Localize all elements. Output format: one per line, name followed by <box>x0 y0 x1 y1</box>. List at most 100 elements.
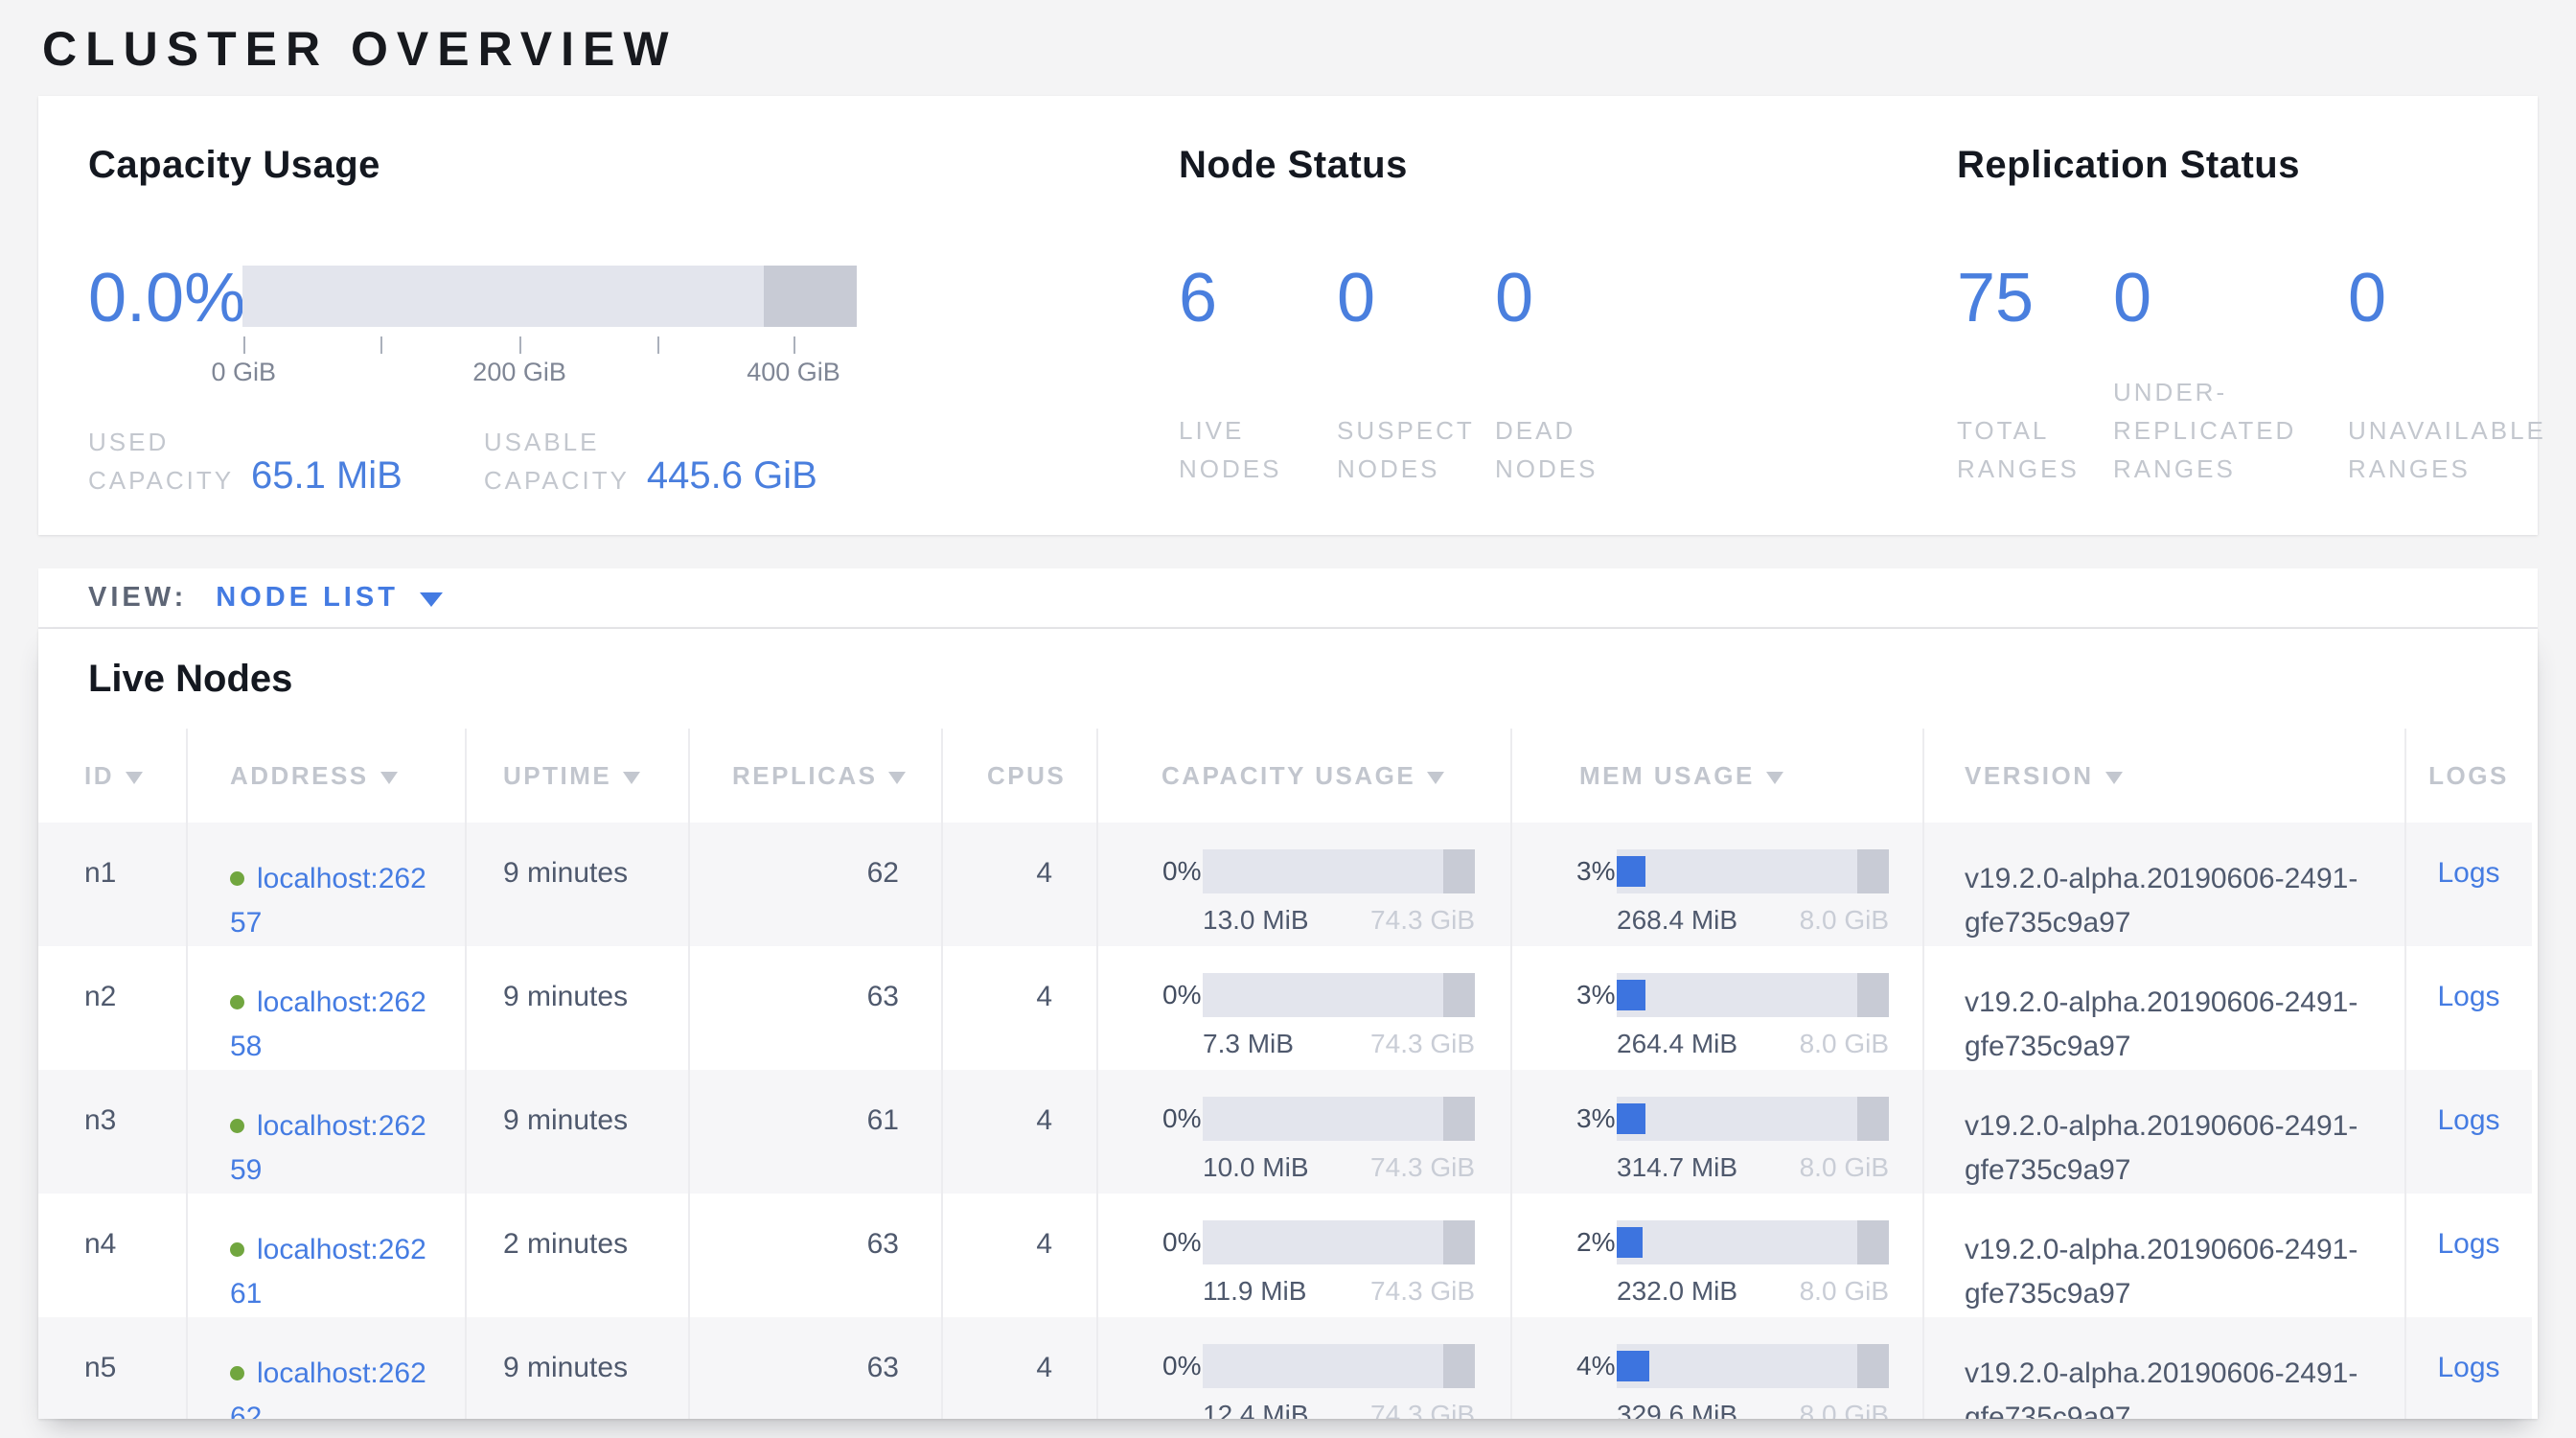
view-selector-bar: VIEW: NODE LIST <box>38 568 2538 629</box>
logs-link[interactable]: Logs <box>2437 1228 2499 1260</box>
unavailable-ranges-stat: 0 UNAVAILABLE RANGES <box>2348 248 2573 488</box>
unavailable-ranges-label: UNAVAILABLE RANGES <box>2348 411 2573 488</box>
dead-nodes-value: 0 <box>1495 248 1629 344</box>
capacity-usage-title: Capacity Usage <box>88 144 1104 187</box>
total-ranges-stat: 75 TOTAL RANGES <box>1957 248 2113 488</box>
view-dropdown[interactable]: NODE LIST <box>216 582 443 614</box>
capacity-bar <box>1203 1344 1475 1388</box>
suspect-nodes-label: SUSPECT NODES <box>1337 411 1471 488</box>
capacity-bar <box>1203 849 1475 893</box>
total-ranges-label: TOTAL RANGES <box>1957 411 2091 488</box>
node-version: v19.2.0-alpha.20190606-2491-gfe735c9a97 <box>1923 1317 2405 1419</box>
capacity-bar <box>1203 1220 1475 1264</box>
capacity-percent-label: 0% <box>1162 856 1203 887</box>
mem-percent-label: 3% <box>1576 980 1617 1010</box>
live-status-icon <box>230 871 244 886</box>
node-capacity-usage-cell: 0% 11.9 MiB 74.3 GiB <box>1097 1194 1511 1317</box>
axis-tick-label: 200 GiB <box>472 358 566 387</box>
replication-status-section: Replication Status 75 TOTAL RANGES 0 UND… <box>1957 144 2573 488</box>
node-address-link[interactable]: localhost:26257 <box>230 863 426 939</box>
used-capacity-value: 65.1 MiB <box>251 454 402 499</box>
capacity-bar-reserved-segment <box>764 266 857 327</box>
column-header-uptime[interactable]: UPTIME <box>466 729 689 823</box>
column-header-replicas[interactable]: REPLICAS <box>689 729 942 823</box>
total-ranges-value: 75 <box>1957 248 2113 344</box>
node-address-link[interactable]: localhost:26262 <box>230 1357 426 1419</box>
mem-total-value: 8.0 GiB <box>1800 1276 1889 1307</box>
table-header-row: ID ADDRESS UPTIME REPLICAS CPUS CAPACITY… <box>38 729 2532 823</box>
node-id: n2 <box>38 946 187 1070</box>
node-capacity-usage-cell: 0% 12.4 MiB74.3 GiB <box>1097 1317 1511 1419</box>
node-id: n5 <box>38 1317 187 1419</box>
live-status-icon <box>230 1366 244 1380</box>
live-nodes-stat: 6 LIVE NODES <box>1179 248 1337 488</box>
capacity-total-value: 74.3 GiB <box>1370 1029 1475 1059</box>
capacity-used-value: 11.9 MiB <box>1203 1276 1306 1307</box>
node-cpus: 4 <box>942 946 1097 1070</box>
cluster-summary-card: Capacity Usage 0.0% 0 GiB 200 GiB 400 Gi… <box>38 96 2538 535</box>
capacity-bar-track <box>242 266 857 327</box>
node-address-link[interactable]: localhost:26261 <box>230 1234 426 1310</box>
column-header-logs: LOGS <box>2405 729 2532 823</box>
node-id: n4 <box>38 1194 187 1317</box>
node-cpus: 4 <box>942 1070 1097 1194</box>
node-logs-cell: Logs <box>2405 1070 2532 1194</box>
logs-link[interactable]: Logs <box>2437 857 2499 889</box>
used-capacity-stat: USED CAPACITY 65.1 MiB <box>88 423 402 499</box>
page-title: CLUSTER OVERVIEW <box>42 21 678 77</box>
logs-link[interactable]: Logs <box>2437 1104 2499 1136</box>
node-replicas: 62 <box>689 823 942 946</box>
capacity-percent-label: 0% <box>1162 1351 1203 1381</box>
table-row: n3 localhost:26259 9 minutes 61 4 0% 10.… <box>38 1070 2532 1194</box>
node-mem-usage-cell: 4% 329.6 MiB8.0 GiB <box>1511 1317 1923 1419</box>
table-row: n2 localhost:26258 9 minutes 63 4 0% 7.3… <box>38 946 2532 1070</box>
column-header-capacity-usage[interactable]: CAPACITY USAGE <box>1097 729 1511 823</box>
usable-capacity-value: 445.6 GiB <box>647 454 817 499</box>
column-header-id[interactable]: ID <box>38 729 187 823</box>
column-header-address[interactable]: ADDRESS <box>187 729 466 823</box>
table-row: n5 localhost:26262 9 minutes 63 4 0% 12.… <box>38 1317 2532 1419</box>
node-mem-usage-cell: 2% 232.0 MiB 8.0 GiB <box>1511 1194 1923 1317</box>
node-cpus: 4 <box>942 1194 1097 1317</box>
view-label: VIEW: <box>88 582 187 614</box>
node-cpus: 4 <box>942 823 1097 946</box>
node-logs-cell: Logs <box>2405 1317 2532 1419</box>
unavailable-ranges-value: 0 <box>2348 248 2573 344</box>
view-dropdown-selected: NODE LIST <box>216 582 399 614</box>
mem-used-value: 232.0 MiB <box>1617 1276 1737 1307</box>
capacity-percent-label: 0% <box>1162 1227 1203 1258</box>
node-id: n3 <box>38 1070 187 1194</box>
node-address-cell: localhost:26257 <box>187 823 466 946</box>
node-version: v19.2.0-alpha.20190606-2491-gfe735c9a97 <box>1923 1194 2405 1317</box>
mem-percent-label: 2% <box>1576 1227 1617 1258</box>
column-header-version[interactable]: VERSION <box>1923 729 2405 823</box>
node-replicas: 63 <box>689 946 942 1070</box>
node-version: v19.2.0-alpha.20190606-2491-gfe735c9a97 <box>1923 946 2405 1070</box>
live-nodes-table: ID ADDRESS UPTIME REPLICAS CPUS CAPACITY… <box>38 729 2532 1419</box>
logs-link[interactable]: Logs <box>2437 1352 2499 1383</box>
logs-link[interactable]: Logs <box>2437 981 2499 1012</box>
capacity-total-value: 74.3 GiB <box>1370 1276 1475 1307</box>
node-capacity-usage-cell: 0% 13.0 MiB74.3 GiB <box>1097 823 1511 946</box>
column-header-mem-usage[interactable]: MEM USAGE <box>1511 729 1923 823</box>
live-nodes-title: Live Nodes <box>88 658 292 701</box>
usable-capacity-label: USABLE CAPACITY <box>484 423 635 499</box>
node-id: n1 <box>38 823 187 946</box>
node-address-link[interactable]: localhost:26259 <box>230 1110 426 1186</box>
live-status-icon <box>230 1242 244 1257</box>
mem-bar <box>1617 849 1889 893</box>
node-address-link[interactable]: localhost:26258 <box>230 986 426 1062</box>
axis-tick-label: 400 GiB <box>747 358 840 387</box>
live-status-icon <box>230 995 244 1009</box>
node-address-cell: localhost:26258 <box>187 946 466 1070</box>
used-capacity-label: USED CAPACITY <box>88 423 240 499</box>
node-status-section: Node Status 6 LIVE NODES 0 SUSPECT NODES… <box>1179 144 1629 488</box>
sort-arrow-icon <box>126 772 143 784</box>
live-status-icon <box>230 1119 244 1133</box>
node-mem-usage-cell: 3% 264.4 MiB8.0 GiB <box>1511 946 1923 1070</box>
live-nodes-value: 6 <box>1179 248 1337 344</box>
capacity-used-value: 13.0 MiB <box>1203 905 1309 936</box>
node-uptime: 9 minutes <box>466 823 689 946</box>
node-address-cell: localhost:26261 <box>187 1194 466 1317</box>
live-nodes-card: Live Nodes ID ADDRESS UPTIME REPLICAS CP… <box>38 629 2538 1419</box>
